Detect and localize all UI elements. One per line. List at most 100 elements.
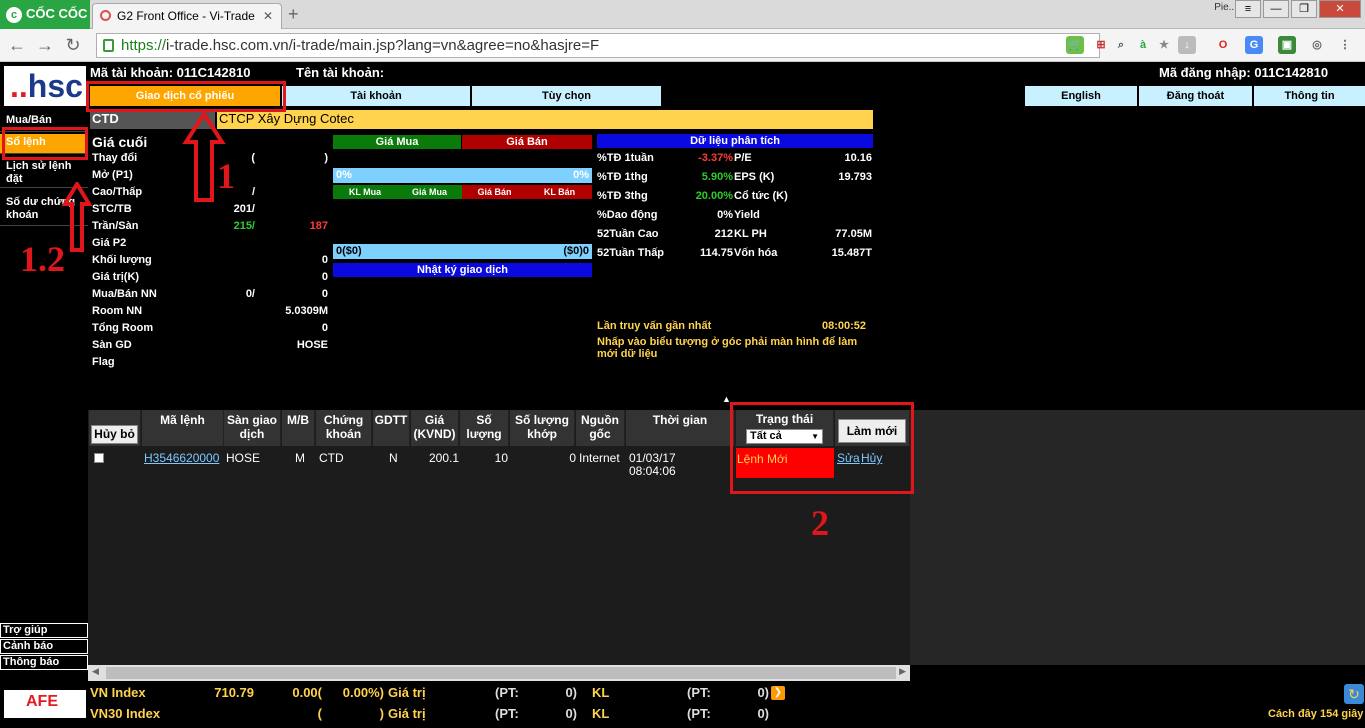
col-source: Nguồn gốc (576, 410, 625, 446)
page-action-icon[interactable]: ⊞ (1092, 36, 1110, 54)
scrollbar-thumb[interactable] (106, 667, 896, 679)
notifications-link[interactable]: Thông báo (0, 655, 88, 670)
order-symbol: CTD (319, 451, 344, 465)
scroll-left-icon[interactable]: ◀ (92, 666, 99, 677)
back-icon[interactable]: ← (6, 34, 28, 56)
analysis-label: %TĐ 1thg (597, 171, 648, 183)
maximize-icon[interactable]: ❐ (1291, 0, 1317, 18)
scroll-right-icon[interactable]: ▶ (899, 666, 906, 677)
annotation-label-1-2: 1.2 (20, 239, 65, 279)
login-id: Mã đăng nhập: 011C142810 (1159, 65, 1329, 80)
analysis-value: 212 (714, 228, 733, 240)
index-percent: 0.00%) (342, 685, 384, 700)
index-pt2-value: 0) (757, 706, 769, 721)
close-tab-icon[interactable]: ✕ (263, 9, 273, 23)
index-pt2-value: 0) (757, 685, 769, 700)
opera-icon[interactable]: O (1214, 36, 1232, 54)
forward-icon[interactable]: → (34, 34, 56, 56)
analysis-value-2: 77.05M (835, 228, 872, 240)
extension-icon[interactable]: ▣ (1278, 36, 1296, 54)
refresh-data-icon[interactable]: ↻ (1344, 684, 1364, 704)
browser-tab[interactable]: G2 Front Office - Vi-Trade ✕ (92, 3, 282, 29)
quote-value-2: HOSE (296, 339, 328, 351)
annotation-box-1-2 (2, 127, 88, 160)
alerts-link[interactable]: Cảnh báo (0, 639, 88, 654)
close-window-icon[interactable]: ✕ (1319, 0, 1361, 18)
index-value-label: Giá trị (388, 706, 426, 721)
quote-label: Giá P2 (92, 237, 127, 249)
help-link[interactable]: Trợ giúp (0, 623, 88, 638)
order-gdtt: N (389, 451, 398, 465)
trade-journal-button[interactable]: Nhật ký giao dịch (333, 263, 592, 277)
cancel-selected-button[interactable]: Hủy bỏ (91, 425, 138, 444)
analysis-label-2: EPS (K) (734, 171, 775, 183)
tab-account[interactable]: Tài khoản (282, 86, 470, 106)
bid-price-col: Giá Mua (397, 185, 462, 199)
order-qty: 10 (494, 451, 508, 465)
coccoc-dictionary-icon[interactable]: à (1134, 36, 1152, 54)
reload-icon[interactable]: ↻ (62, 34, 84, 56)
ask-price-col: Giá Bán (462, 185, 527, 199)
quote-value-1: 215/ (233, 220, 255, 232)
annotation-box-1 (86, 81, 286, 112)
analysis-label-2: Vốn hóa (734, 247, 778, 259)
order-price: 200.1 (428, 451, 459, 465)
analysis-label: %Dao động (597, 209, 658, 221)
browser-menu-icon[interactable]: ⋮ (1336, 36, 1354, 54)
english-button[interactable]: English (1025, 86, 1137, 106)
url-input[interactable]: https://i-trade.hsc.com.vn/i-trade/main.… (96, 33, 1100, 58)
order-id-link[interactable]: H3546620000 (144, 452, 219, 478)
horizontal-scrollbar[interactable]: ◀ ▶ (88, 665, 910, 681)
zoom-icon[interactable]: ⌕ (1112, 36, 1130, 54)
order-exchange: HOSE (226, 451, 261, 465)
analysis-value: 20.00% (695, 190, 733, 202)
window-menu-icon[interactable]: ≡ (1235, 0, 1261, 18)
col-time: Thời gian (626, 410, 735, 446)
tab-options[interactable]: Tùy chọn (472, 86, 661, 106)
quote-label: Thay đổi (92, 152, 138, 164)
analysis-label-2: KL PH (734, 228, 767, 240)
quote-label: Trần/Sàn (92, 220, 139, 232)
coccoc-logo[interactable]: c CỐC CỐC (0, 0, 90, 29)
logout-button[interactable]: Đăng thoát (1139, 86, 1252, 106)
col-cancel: Hủy bỏ (89, 410, 141, 446)
expand-index-icon[interactable]: ❯ (771, 686, 785, 700)
depth-total-bar: 0($0) ($0)0 (333, 244, 592, 259)
analysis-value-2: 10.16 (844, 152, 872, 164)
analysis-label: 52Tuần Thấp (597, 247, 665, 259)
minimize-icon[interactable]: — (1263, 0, 1289, 18)
secure-lock-icon (103, 39, 114, 52)
bid-ask-ratio-bar: 0% 0% (333, 168, 592, 183)
index-pt-value: 0) (565, 706, 577, 721)
index-percent: ) (379, 706, 384, 721)
analysis-value: 0% (717, 209, 733, 221)
translate-icon[interactable]: G (1245, 36, 1263, 54)
bookmark-star-icon[interactable]: ★ (1155, 36, 1173, 54)
col-price: Giá (KVND) (411, 410, 459, 446)
info-button[interactable]: Thông tin (1254, 86, 1365, 106)
quote-label: Tổng Room (92, 322, 154, 334)
tips-icon[interactable]: ◎ (1308, 36, 1326, 54)
index-name: VN30 Index (90, 706, 161, 721)
index-change: 0.00( (292, 685, 322, 700)
hsc-logo: ..hsc (4, 66, 86, 106)
index-pt-label: (PT: (495, 706, 519, 721)
afe-logo: AFE (4, 690, 86, 718)
quote-value-2: 0 (321, 271, 328, 283)
row-checkbox[interactable] (94, 453, 104, 463)
index-value-label: Giá trị (388, 685, 426, 700)
index-pt2-label: (PT: (687, 685, 711, 700)
index-volume-label: KL (592, 685, 610, 700)
new-tab-icon[interactable]: + (288, 5, 306, 24)
company-name: CTCP Xây Dựng Cotec (217, 110, 873, 129)
analysis-value: -3.37% (698, 152, 733, 164)
index-pt-label: (PT: (495, 685, 519, 700)
annotation-box-2 (730, 402, 914, 494)
quote-label: Giá trị(K) (92, 271, 140, 283)
quote-value-2: 0 (321, 288, 328, 300)
cart-icon[interactable]: 🛒 (1066, 36, 1084, 54)
download-icon[interactable]: ↓ (1178, 36, 1196, 54)
pane-splitter[interactable]: ▲ (88, 394, 1365, 406)
quote-label: STC/TB (92, 203, 132, 215)
index-pt-value: 0) (565, 685, 577, 700)
